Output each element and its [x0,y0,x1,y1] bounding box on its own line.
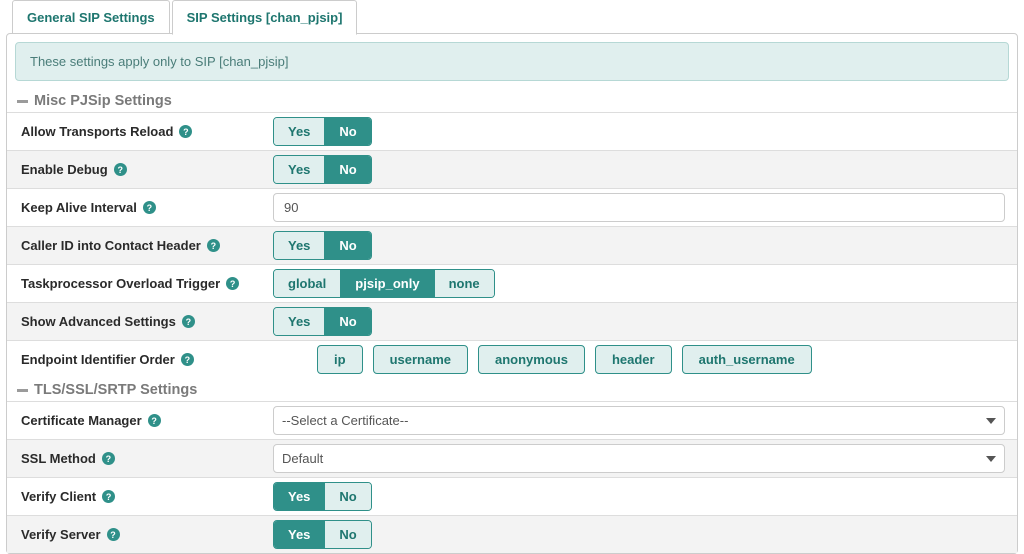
show-advanced-yes[interactable]: Yes [274,308,324,335]
settings-panel: These settings apply only to SIP [chan_p… [6,33,1018,554]
label-task-trigger: Taskprocessor Overload Trigger [21,276,220,291]
row-task-trigger: Taskprocessor Overload Trigger ? global … [7,264,1017,302]
help-icon[interactable]: ? [181,353,194,366]
task-trigger-none[interactable]: none [434,270,494,297]
allow-transports-yes[interactable]: Yes [274,118,324,145]
help-icon[interactable]: ? [102,490,115,503]
toggle-task-trigger: global pjsip_only none [273,269,495,298]
help-icon[interactable]: ? [207,239,220,252]
help-icon[interactable]: ? [226,277,239,290]
label-enable-debug: Enable Debug [21,162,108,177]
help-icon[interactable]: ? [107,528,120,541]
label-verify-client: Verify Client [21,489,96,504]
help-icon[interactable]: ? [114,163,127,176]
chip-header[interactable]: header [595,345,672,374]
help-icon[interactable]: ? [182,315,195,328]
row-enable-debug: Enable Debug ? Yes No [7,150,1017,188]
keep-alive-input[interactable] [273,193,1005,222]
toggle-enable-debug: Yes No [273,155,372,184]
chip-auth-username[interactable]: auth_username [682,345,812,374]
tab-bar: General SIP Settings SIP Settings [chan_… [6,0,1018,34]
label-keep-alive: Keep Alive Interval [21,200,137,215]
allow-transports-no[interactable]: No [324,118,370,145]
help-icon[interactable]: ? [143,201,156,214]
label-verify-server: Verify Server [21,527,101,542]
toggle-verify-server: Yes No [273,520,372,549]
enable-debug-no[interactable]: No [324,156,370,183]
help-icon[interactable]: ? [148,414,161,427]
caller-id-yes[interactable]: Yes [274,232,324,259]
row-show-advanced: Show Advanced Settings ? Yes No [7,302,1017,340]
toggle-allow-transports: Yes No [273,117,372,146]
verify-client-no[interactable]: No [324,483,370,510]
verify-client-yes[interactable]: Yes [274,483,324,510]
row-cert-manager: Certificate Manager ? --Select a Certifi… [7,401,1017,439]
label-ssl-method: SSL Method [21,451,96,466]
label-cert-manager: Certificate Manager [21,413,142,428]
help-icon[interactable]: ? [102,452,115,465]
verify-server-no[interactable]: No [324,521,370,548]
chip-username[interactable]: username [373,345,468,374]
endpoint-chip-row: ip username anonymous header auth_userna… [273,345,1005,374]
task-trigger-global[interactable]: global [274,270,340,297]
chip-anonymous[interactable]: anonymous [478,345,585,374]
toggle-verify-client: Yes No [273,482,372,511]
row-endpoint-order: Endpoint Identifier Order ? ip username … [7,340,1017,378]
tab-pjsip-settings[interactable]: SIP Settings [chan_pjsip] [172,0,358,35]
label-endpoint-order: Endpoint Identifier Order [21,352,175,367]
show-advanced-no[interactable]: No [324,308,370,335]
section-misc-pjsip: Misc PJSip Settings [7,89,1017,112]
caller-id-no[interactable]: No [324,232,370,259]
row-allow-transports: Allow Transports Reload ? Yes No [7,112,1017,150]
enable-debug-yes[interactable]: Yes [274,156,324,183]
toggle-caller-id: Yes No [273,231,372,260]
label-show-advanced: Show Advanced Settings [21,314,176,329]
row-ssl-method: SSL Method ? Default [7,439,1017,477]
cert-manager-select[interactable]: --Select a Certificate-- [273,406,1005,435]
task-trigger-pjsip-only[interactable]: pjsip_only [340,270,433,297]
row-caller-id: Caller ID into Contact Header ? Yes No [7,226,1017,264]
row-verify-server: Verify Server ? Yes No [7,515,1017,553]
section-tls-ssl-srtp: TLS/SSL/SRTP Settings [7,378,1017,401]
row-verify-client: Verify Client ? Yes No [7,477,1017,515]
label-caller-id: Caller ID into Contact Header [21,238,201,253]
verify-server-yes[interactable]: Yes [274,521,324,548]
info-banner: These settings apply only to SIP [chan_p… [15,42,1009,81]
chip-ip[interactable]: ip [317,345,363,374]
label-allow-transports: Allow Transports Reload [21,124,173,139]
ssl-method-select[interactable]: Default [273,444,1005,473]
tab-general-sip[interactable]: General SIP Settings [12,0,170,34]
toggle-show-advanced: Yes No [273,307,372,336]
help-icon[interactable]: ? [179,125,192,138]
row-keep-alive: Keep Alive Interval ? [7,188,1017,226]
